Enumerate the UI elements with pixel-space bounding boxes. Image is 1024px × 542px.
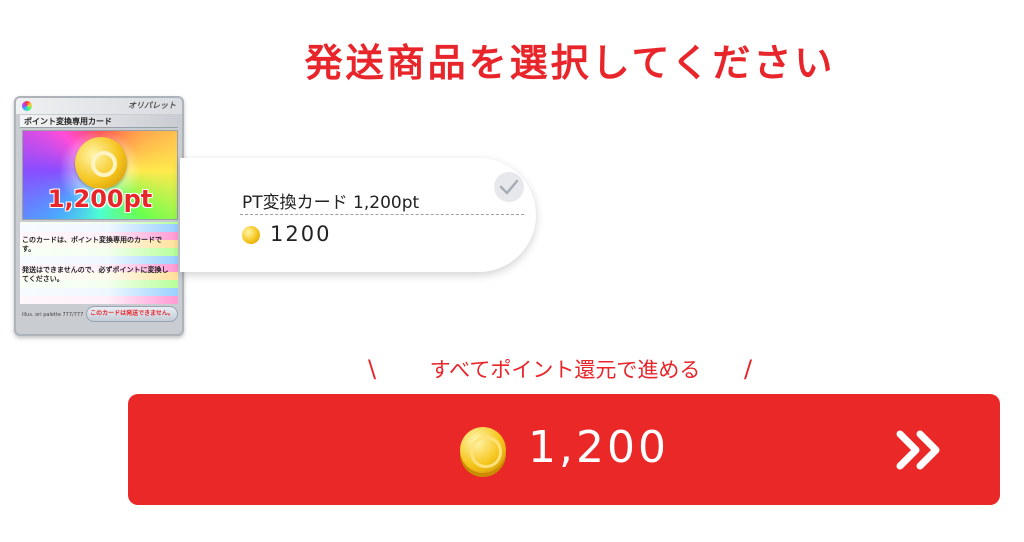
card-art-value: 1,200pt [47,185,153,213]
check-icon [499,179,519,195]
card-description: このカードは、ポイント変換専用のカードです。 [22,236,162,253]
item-select-panel[interactable]: PT変換カード 1,200pt 1200 [180,158,536,272]
card-description: 発送はできませんので、必ずポイントに変換してください。 [22,266,169,283]
card-name-bar: ポイント変換専用カード [20,115,178,128]
card-notice: このカードは発送できません。 [86,306,178,322]
divider [240,214,524,215]
card-name: ポイント変換専用カード [24,117,112,126]
page-title: 発送商品を選択してください [304,41,836,85]
rainbow-badge-icon [22,101,32,111]
card-image: オリパレット ポイント変換専用カード 1,200pt このカードは、ポイント変換… [14,96,184,336]
coin-icon [75,137,127,189]
item-name: PT変換カード 1,200pt [242,193,420,213]
select-checkbox[interactable] [494,172,524,202]
double-chevron-right-icon [896,430,940,470]
card-art: 1,200pt [22,130,178,220]
redeem-all-points-button[interactable]: 1,200 [128,394,1000,505]
caption-slash-right: / [744,355,753,383]
coin-icon [460,427,506,473]
card-illustrator: illus. ori palette 777/777 [22,312,84,318]
button-points: 1,200 [528,422,669,473]
item-points: 1200 [270,222,332,246]
card-description-area [20,222,178,304]
page: 発送商品を選択してください オリパレット ポイント変換専用カード 1,200pt… [0,0,1024,542]
redeem-caption: すべてポイント還元で進める [429,358,701,382]
coin-icon [242,226,260,244]
card-brand: オリパレット [128,101,176,110]
